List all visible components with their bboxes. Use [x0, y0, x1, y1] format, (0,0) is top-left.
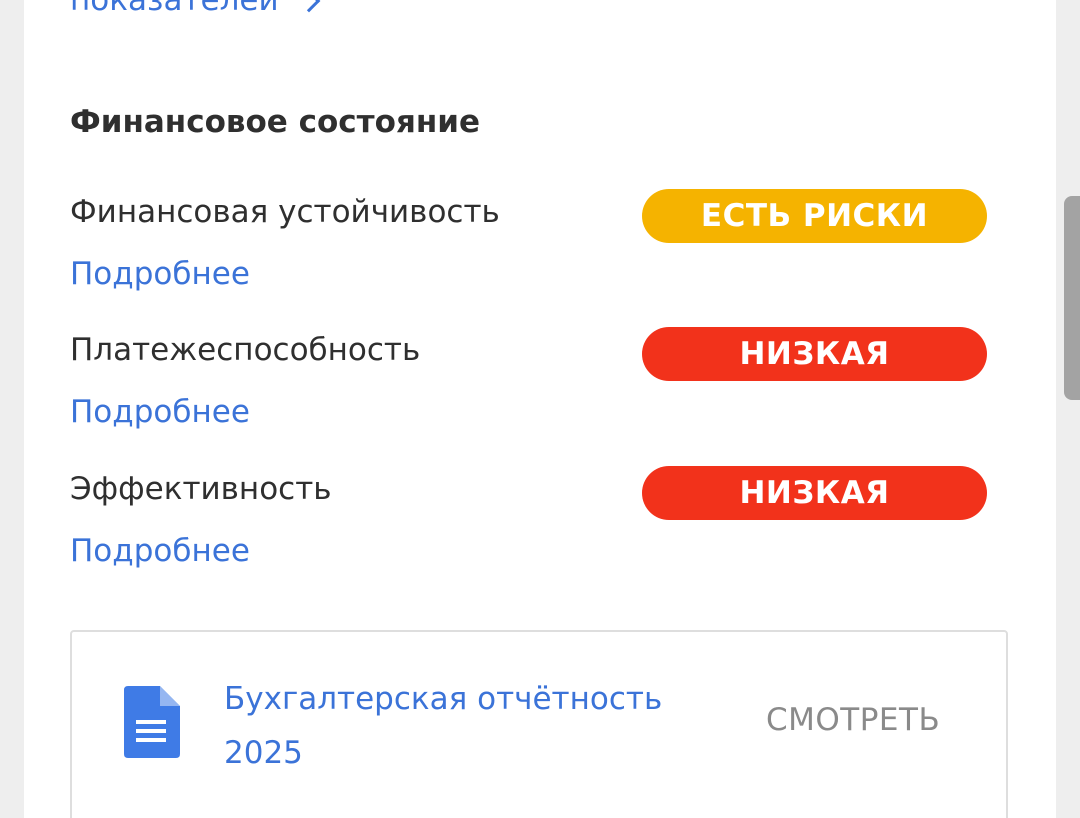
details-link[interactable]: Подробнее: [70, 394, 250, 430]
row-label: Платежеспособность: [70, 332, 421, 368]
chevron-right-icon: [297, 0, 320, 13]
indicators-link[interactable]: показателей: [70, 0, 320, 18]
row-label: Финансовая устойчивость: [70, 194, 500, 230]
details-link[interactable]: Подробнее: [70, 256, 250, 292]
section-title: Финансовое состояние: [70, 104, 481, 140]
efficiency-row: Эффективность НИЗКАЯ Подробнее: [70, 466, 988, 571]
financial-card: показателей Финансовое состояние Финансо…: [24, 0, 1056, 818]
scrollbar-thumb[interactable]: [1064, 196, 1080, 400]
row-label: Эффективность: [70, 471, 332, 507]
accounting-report-card[interactable]: Бухгалтерская отчётность 2025 СМОТРЕТЬ: [70, 630, 1008, 818]
status-badge: НИЗКАЯ: [642, 466, 987, 520]
financial-stability-row: Финансовая устойчивость ЕСТЬ РИСКИ Подро…: [70, 189, 988, 294]
document-title[interactable]: Бухгалтерская отчётность 2025: [224, 672, 744, 780]
status-badge: НИЗКАЯ: [642, 327, 987, 381]
document-icon: [124, 686, 180, 758]
view-button[interactable]: СМОТРЕТЬ: [766, 702, 940, 738]
indicators-link-label: показателей: [70, 0, 279, 18]
status-badge: ЕСТЬ РИСКИ: [642, 189, 987, 243]
page: показателей Финансовое состояние Финансо…: [0, 0, 1080, 818]
solvency-row: Платежеспособность НИЗКАЯ Подробнее: [70, 327, 988, 432]
details-link[interactable]: Подробнее: [70, 533, 250, 569]
